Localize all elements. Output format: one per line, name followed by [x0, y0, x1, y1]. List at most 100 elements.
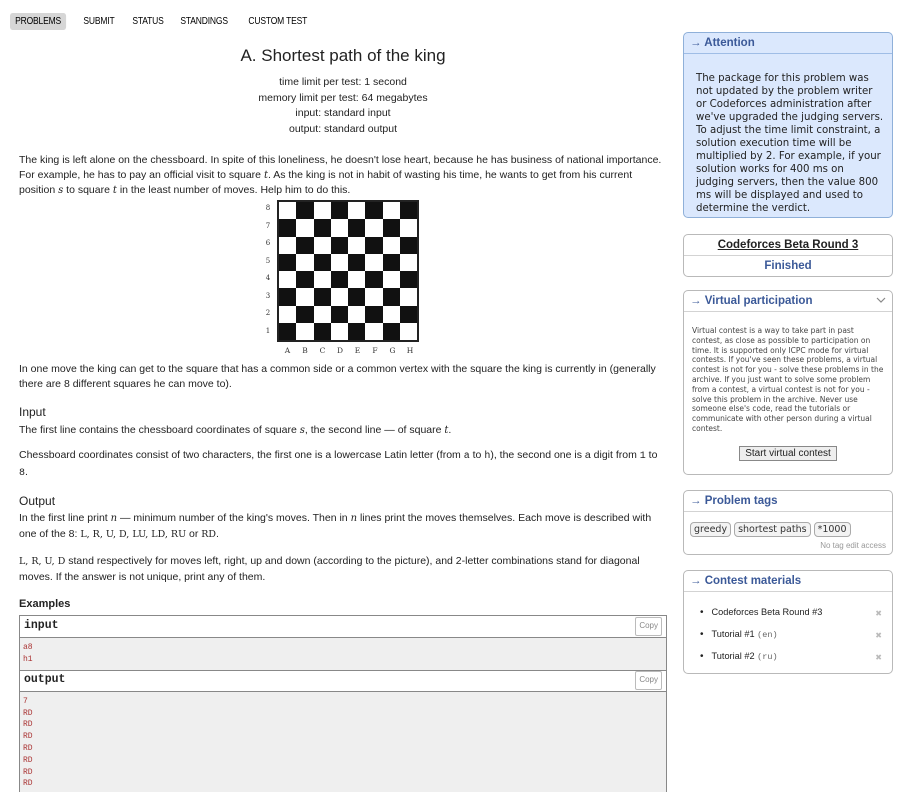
board-square — [313, 271, 331, 289]
board-square — [399, 219, 417, 237]
material-link[interactable]: Tutorial #2 (ru) — [700, 646, 778, 668]
board-square — [296, 219, 314, 237]
input-file: input: standard input — [295, 107, 391, 119]
nav-standings[interactable]: STANDINGS — [177, 13, 231, 30]
start-virtual-contest-button[interactable]: Start virtual contest — [739, 445, 837, 461]
file-label: H — [406, 346, 414, 355]
board-square — [330, 236, 348, 254]
material-link[interactable]: Codeforces Beta Round #3 — [700, 602, 823, 624]
board-square — [296, 305, 314, 323]
chessboard-image: 8 7 6 5 4 3 2 1 A B C D E F G H — [263, 200, 433, 360]
statement-paragraph: The king is left alone on the chessboard… — [19, 154, 662, 197]
material-item: Codeforces Beta Round #3 ✖ — [700, 602, 882, 624]
sample-output-line: 7 — [23, 696, 28, 706]
sample-input-label: input — [24, 619, 59, 633]
board-square — [348, 322, 366, 340]
examples-title: Examples — [19, 597, 71, 610]
board-square — [348, 236, 366, 254]
problem-title: A. Shortest path of the king — [240, 46, 446, 65]
board-square — [330, 322, 348, 340]
board-square — [348, 219, 366, 237]
virtual-participation-label: → Virtual participation — [690, 295, 813, 307]
board-square — [313, 322, 331, 340]
board-square — [296, 236, 314, 254]
board-square — [279, 202, 297, 220]
board-square — [296, 202, 314, 220]
board-square — [330, 305, 348, 323]
board-square — [296, 288, 314, 306]
file-label: F — [372, 346, 378, 355]
board-square — [348, 253, 366, 271]
nav-problems[interactable]: PROBLEMS — [10, 13, 67, 30]
sample-output-label: output — [24, 673, 66, 687]
chessboard — [277, 200, 419, 342]
output-spec-1: In the first line print n — minimum numb… — [19, 512, 652, 540]
chevron-down-icon[interactable] — [876, 296, 886, 307]
problem-tags-box: → Problem tags greedy shortest paths *10… — [683, 490, 893, 555]
board-square — [330, 202, 348, 220]
file-label: B — [302, 346, 308, 355]
board-square — [348, 305, 366, 323]
statement-moves: In one move the king can get to the squa… — [19, 362, 667, 792]
board-square — [382, 271, 400, 289]
board-square — [399, 288, 417, 306]
board-square — [399, 253, 417, 271]
board-square — [279, 288, 297, 306]
material-item: Tutorial #2 (ru) ✖ — [700, 646, 882, 668]
copy-input-button[interactable]: Copy — [635, 617, 662, 636]
contest-name-link[interactable]: Codeforces Beta Round 3 — [684, 235, 892, 256]
board-square — [313, 288, 331, 306]
sample-output-line: RD — [23, 732, 33, 742]
close-icon[interactable]: ✖ — [875, 647, 882, 668]
sample-input-body: a8 h1 — [20, 638, 666, 670]
board-square — [296, 253, 314, 271]
virtual-participation-title: → Virtual participation — [684, 291, 892, 312]
time-limit: time limit per test: 1 second — [279, 76, 407, 88]
contest-box: Codeforces Beta Round 3 Finished — [683, 234, 893, 277]
board-square — [365, 236, 383, 254]
board-square — [365, 271, 383, 289]
rank-label: 2 — [265, 309, 271, 317]
board-square — [279, 305, 297, 323]
board-square — [365, 288, 383, 306]
board-square — [279, 219, 297, 237]
board-square — [399, 271, 417, 289]
board-square — [382, 202, 400, 220]
nav-status[interactable]: STATUS — [129, 13, 167, 30]
board-square — [399, 322, 417, 340]
tag-difficulty[interactable]: *1000 — [813, 522, 851, 537]
sample-output-line: RD — [23, 708, 33, 718]
output-title: Output — [19, 493, 56, 508]
sample-input-line: a8 — [23, 643, 33, 653]
file-label: D — [336, 346, 343, 355]
virtual-participation-text: Virtual contest is a way to take part in… — [692, 326, 884, 433]
board-square — [313, 236, 331, 254]
close-icon[interactable]: ✖ — [875, 625, 882, 646]
statement-paragraph-2: In one move the king can get to the squa… — [19, 363, 656, 390]
tag-greedy[interactable]: greedy — [690, 522, 732, 537]
sample-tests: input Copy a8 h1 output Copy 7 RD RD RD … — [19, 615, 667, 792]
board-square — [365, 202, 383, 220]
board-square — [279, 253, 297, 271]
attention-title: → Attention — [684, 33, 892, 54]
input-spec-2: Chessboard coordinates consist of two ch… — [19, 449, 658, 479]
virtual-participation-box: → Virtual participation Virtual contest … — [683, 290, 893, 475]
rank-label: 6 — [265, 239, 271, 247]
sample-output-line: RD — [23, 779, 33, 789]
copy-output-button[interactable]: Copy — [635, 671, 662, 691]
file-label: E — [354, 346, 361, 355]
input-title: Input — [19, 405, 46, 420]
materials-list: Codeforces Beta Round #3 ✖ Tutorial #1 (… — [684, 592, 892, 673]
nav-custom-test[interactable]: CUSTOM TEST — [245, 13, 311, 30]
close-icon[interactable]: ✖ — [875, 603, 882, 624]
sample-input-header: input Copy — [20, 616, 666, 639]
material-link[interactable]: Tutorial #1 (en) — [700, 624, 778, 646]
sample-input-line: h1 — [23, 654, 33, 664]
board-square — [330, 219, 348, 237]
nav-submit[interactable]: SUBMIT — [80, 13, 118, 30]
tag-shortest-paths[interactable]: shortest paths — [734, 522, 811, 537]
board-square — [382, 236, 400, 254]
board-square — [399, 236, 417, 254]
board-square — [330, 288, 348, 306]
board-square — [296, 271, 314, 289]
